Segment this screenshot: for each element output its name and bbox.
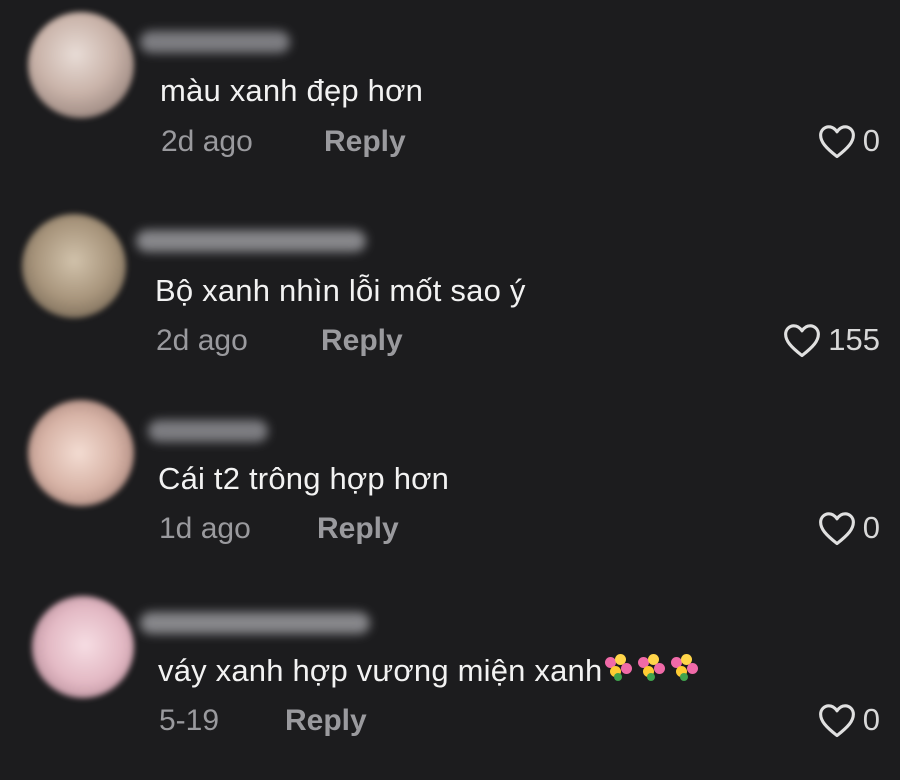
heart-icon	[817, 510, 857, 546]
reply-button[interactable]: Reply	[324, 125, 406, 159]
like-button[interactable]: 0	[817, 702, 880, 738]
comment-text: váy xanh hợp vương miện xanh	[158, 653, 701, 691]
avatar[interactable]	[32, 596, 134, 698]
username-blurred[interactable]	[140, 612, 370, 634]
username-blurred[interactable]	[148, 420, 268, 442]
avatar[interactable]	[22, 214, 126, 318]
reply-button[interactable]: Reply	[317, 512, 399, 546]
avatar[interactable]	[28, 12, 134, 118]
like-count: 0	[862, 123, 880, 158]
username-blurred[interactable]	[140, 31, 290, 53]
comment-text-content: váy xanh hợp vương miện xanh	[158, 653, 603, 688]
like-button[interactable]: 0	[817, 123, 880, 159]
comment-text: Bộ xanh nhìn lỗi mốt sao ý	[155, 273, 526, 308]
comment-text: Cái t2 trông hợp hơn	[158, 461, 450, 496]
like-count: 0	[862, 702, 880, 737]
like-button[interactable]: 0	[817, 510, 880, 546]
heart-icon	[817, 702, 857, 738]
bouquet-icon	[668, 653, 700, 683]
comment-timestamp: 1d ago	[159, 512, 251, 545]
reply-button[interactable]: Reply	[321, 324, 403, 358]
bouquet-icon	[602, 653, 634, 683]
avatar[interactable]	[28, 400, 134, 506]
like-count: 155	[828, 322, 880, 357]
like-count: 0	[862, 510, 880, 545]
username-blurred[interactable]	[136, 230, 366, 252]
comment-timestamp: 2d ago	[161, 125, 253, 158]
heart-icon	[817, 123, 857, 159]
bouquet-icon	[635, 653, 667, 683]
reply-button[interactable]: Reply	[285, 704, 367, 738]
comment-text: màu xanh đẹp hơn	[160, 73, 424, 108]
like-button[interactable]: 155	[782, 322, 880, 358]
comment-timestamp: 2d ago	[156, 324, 248, 357]
comment-timestamp: 5-19	[159, 704, 220, 737]
heart-icon	[782, 322, 822, 358]
emoji-group	[602, 653, 701, 691]
